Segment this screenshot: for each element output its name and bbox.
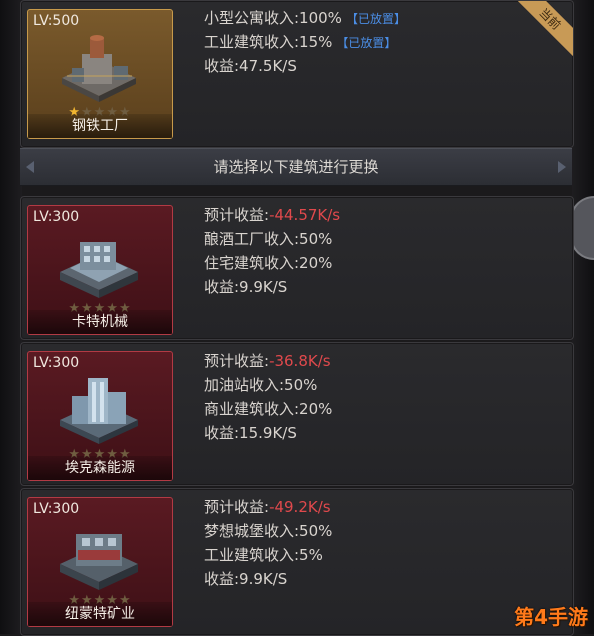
building-card[interactable]: LV:300 ★★★★★ 纽蒙特矿业 [27, 497, 173, 627]
info-line: 小型公寓收入:100% 【已放置】 [204, 6, 406, 30]
level-label: LV:300 [33, 209, 80, 225]
option-info: 预计收益:-44.57K/s 酿酒工厂收入:50% 住宅建筑收入:20% 收益:… [204, 203, 340, 299]
level-label: LV:300 [33, 501, 80, 517]
forecast-value: -36.8K/s [269, 352, 331, 370]
info-line: 工业建筑收入:15% 【已放置】 [204, 30, 406, 54]
building-name: 纽蒙特矿业 [28, 602, 172, 626]
bonus-text: 小型公寓收入:100% [204, 9, 342, 27]
building-card[interactable]: LV:300 ★★★★★ 卡特机械 [27, 205, 173, 335]
placed-tag: 【已放置】 [336, 36, 397, 50]
forecast-label: 预计收益: [204, 206, 270, 224]
forecast-label: 预计收益: [204, 498, 270, 516]
arrow-left-icon [26, 161, 34, 173]
forecast-value: -44.57K/s [269, 206, 341, 224]
bonus-line: 加油站收入:50% [204, 376, 318, 394]
building-name: 卡特机械 [28, 310, 172, 334]
option-info: 预计收益:-49.2K/s 梦想城堡收入:50% 工业建筑收入:5% 收益:9.… [204, 495, 332, 591]
mining-building-icon [60, 534, 138, 590]
site-watermark: 第4手游 [514, 605, 588, 629]
building-name: 埃克森能源 [28, 456, 172, 480]
forecast-line: 预计收益:-49.2K/s [204, 495, 332, 519]
option-info: 预计收益:-36.8K/s 加油站收入:50% 商业建筑收入:20% 收益:15… [204, 349, 332, 445]
forecast-value: -49.2K/s [269, 498, 331, 516]
forecast-label: 预计收益: [204, 352, 270, 370]
current-building-panel: 当前 LV:500 ★★★★★ 钢铁工厂 小型公寓收入:100% 【已放置】 工业… [20, 0, 574, 148]
forecast-line: 预计收益:-44.57K/s [204, 203, 340, 227]
placed-tag: 【已放置】 [345, 12, 406, 26]
bonus-line: 住宅建筑收入:20% [204, 254, 333, 272]
option-panel[interactable]: LV:300 ★★★★★ 纽蒙特矿业 预计收益:-49.2K/s 梦想城堡收入:… [20, 488, 574, 636]
steel-factory-icon [62, 35, 136, 102]
income-line: 收益:9.9K/S [204, 570, 288, 588]
level-label: LV:500 [33, 13, 80, 29]
background-right [572, 0, 594, 634]
forecast-line: 预计收益:-36.8K/s [204, 349, 332, 373]
bonus-line: 梦想城堡收入:50% [204, 522, 333, 540]
bonus-line: 商业建筑收入:20% [204, 400, 333, 418]
energy-building-icon [60, 378, 138, 444]
machinery-building-icon [60, 242, 138, 298]
background-left [0, 0, 22, 634]
level-label: LV:300 [33, 355, 80, 371]
arrow-right-icon [558, 161, 566, 173]
option-panel[interactable]: LV:300 ★★★★★ 埃克森能源 预计收益:-36.8K/s 加油站收入:5… [20, 342, 574, 486]
building-card[interactable]: LV:300 ★★★★★ 埃克森能源 [27, 351, 173, 481]
income-text: 收益:47.5K/S [204, 57, 297, 75]
current-ribbon: 当前 [511, 1, 573, 58]
info-line: 收益:47.5K/S [204, 54, 406, 78]
replace-prompt-bar: 请选择以下建筑进行更换 [20, 148, 572, 186]
current-info: 小型公寓收入:100% 【已放置】 工业建筑收入:15% 【已放置】 收益:47.5… [204, 6, 406, 78]
income-line: 收益:15.9K/S [204, 424, 297, 442]
current-building-card[interactable]: LV:500 ★★★★★ 钢铁工厂 [27, 9, 173, 139]
bonus-line: 酿酒工厂收入:50% [204, 230, 333, 248]
building-name: 钢铁工厂 [28, 114, 172, 138]
bonus-line: 工业建筑收入:5% [204, 546, 323, 564]
replace-prompt-text: 请选择以下建筑进行更换 [213, 158, 379, 176]
option-panel[interactable]: LV:300 ★★★★★ 卡特机械 预计收益:-44.57K/s 酿酒工厂收入:… [20, 196, 574, 340]
bonus-text: 工业建筑收入:15% [204, 33, 333, 51]
income-line: 收益:9.9K/S [204, 278, 288, 296]
